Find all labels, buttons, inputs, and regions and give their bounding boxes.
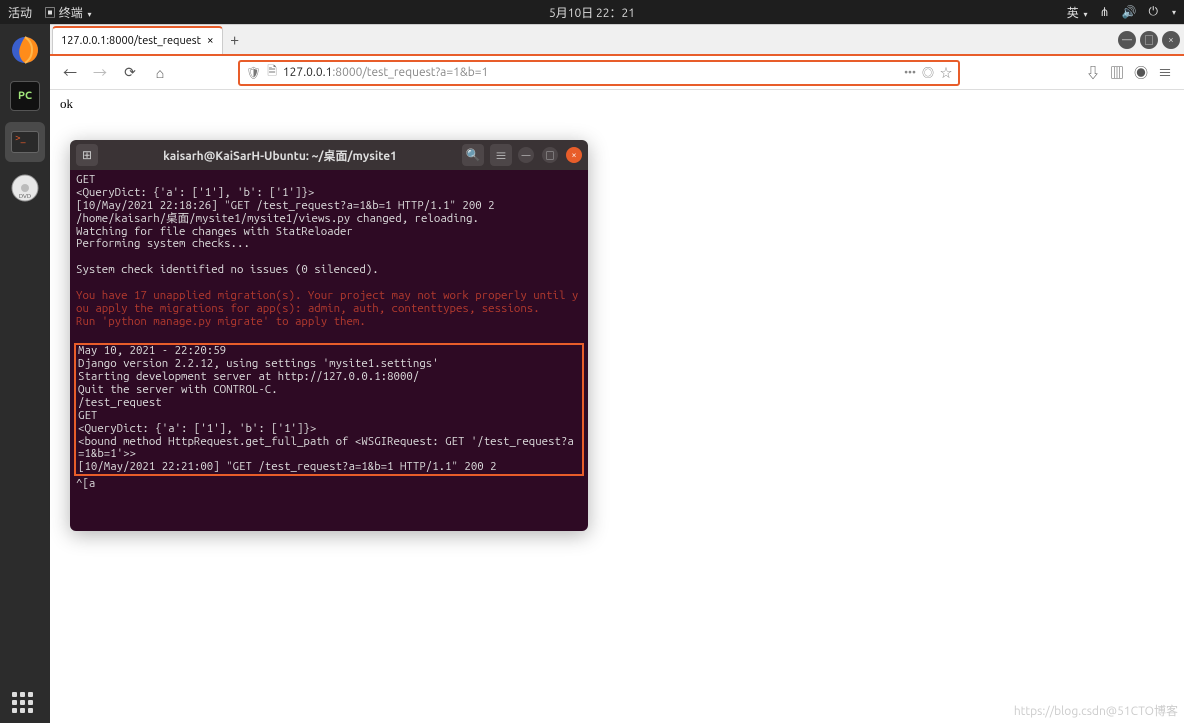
terminal-maximize-button[interactable]: □ — [542, 147, 558, 163]
dock-firefox[interactable] — [5, 30, 45, 70]
watermark: https://blog.csdn@51CTO博客 — [1014, 702, 1178, 719]
dock-terminal[interactable]: >_ — [5, 122, 45, 162]
reload-button[interactable]: ⟳ — [118, 61, 142, 85]
terminal-close-button[interactable]: × — [566, 147, 582, 163]
navigation-toolbar: ← → ⟳ ⌂ 🛡 🗎 127.0.0.1:8000/test_request?… — [50, 56, 1184, 90]
tab-bar: 127.0.0.1:8000/test_request × + — □ × — [50, 24, 1184, 56]
terminal-minimize-button[interactable]: — — [518, 147, 534, 163]
svg-text:DVD: DVD — [19, 193, 31, 200]
terminal-tail: ^[a — [76, 477, 95, 490]
terminal-menu-button[interactable]: ≡ — [490, 144, 512, 166]
window-close-button[interactable]: × — [1162, 31, 1180, 49]
downloads-icon[interactable]: ⇩ — [1086, 63, 1100, 83]
clock[interactable]: 5月10日 22：21 — [549, 4, 635, 21]
system-menu-chevron-icon[interactable]: ▾ — [1172, 8, 1176, 17]
app-menu-icon[interactable]: ≡ — [1158, 63, 1172, 83]
system-top-panel: 活动 ▣ 终端 ▾ 5月10日 22：21 英 ▾ ⋔ 🔊 ⏻ ▾ — [0, 0, 1184, 24]
page-text: ok — [60, 96, 73, 111]
power-icon[interactable]: ⏻ — [1148, 5, 1158, 19]
window-minimize-button[interactable]: — — [1118, 31, 1136, 49]
show-applications-button[interactable] — [12, 692, 33, 713]
dock-disc[interactable]: DVD — [5, 168, 45, 208]
browser-tab[interactable]: 127.0.0.1:8000/test_request × — [52, 26, 223, 54]
terminal-output[interactable]: GET <QueryDict: {'a': ['1'], 'b': ['1']}… — [70, 170, 588, 531]
address-bar[interactable]: 🛡 🗎 127.0.0.1:8000/test_request?a=1&b=1 … — [238, 60, 960, 86]
terminal-new-tab-button[interactable]: ⊞ — [76, 144, 98, 166]
library-icon[interactable]: ▥ — [1110, 63, 1124, 83]
new-tab-button[interactable]: + — [223, 31, 247, 49]
dock-pycharm[interactable]: PC — [5, 76, 45, 116]
terminal-window: ⊞ kaisarh@KaiSarH-Ubuntu: ~/桌面/mysite1 🔍… — [70, 140, 588, 531]
network-icon[interactable]: ⋔ — [1099, 5, 1109, 19]
terminal-titlebar[interactable]: ⊞ kaisarh@KaiSarH-Ubuntu: ~/桌面/mysite1 🔍… — [70, 140, 588, 170]
page-content: ok — [50, 90, 1184, 118]
shield-icon: 🛡 — [246, 66, 261, 80]
terminal-block1: GET <QueryDict: {'a': ['1'], 'b': ['1']}… — [76, 173, 495, 276]
tab-title: 127.0.0.1:8000/test_request — [61, 35, 201, 47]
reader-mode-icon[interactable]: ◎ — [922, 64, 934, 81]
launcher-dock: PC >_ DVD — [0, 24, 50, 723]
page-info-icon[interactable]: 🗎 — [267, 62, 277, 83]
back-button[interactable]: ← — [58, 61, 82, 85]
volume-icon[interactable]: 🔊 — [1122, 5, 1137, 19]
highlighted-output-box: May 10, 2021 - 22:20:59 Django version 2… — [74, 343, 584, 476]
account-icon[interactable]: ◉ — [1134, 63, 1148, 83]
activities-button[interactable]: 活动 — [8, 4, 32, 21]
page-actions-more[interactable]: ••• — [904, 67, 916, 79]
app-menu[interactable]: ▣ 终端 ▾ — [44, 4, 92, 21]
forward-button: → — [88, 61, 112, 85]
url-text: 127.0.0.1:8000/test_request?a=1&b=1 — [283, 66, 488, 79]
close-tab-icon[interactable]: × — [207, 34, 214, 47]
terminal-warning: You have 17 unapplied migration(s). Your… — [76, 289, 578, 328]
terminal-title: kaisarh@KaiSarH-Ubuntu: ~/桌面/mysite1 — [104, 147, 456, 164]
bookmark-star-icon[interactable]: ☆ — [940, 64, 952, 81]
home-button[interactable]: ⌂ — [148, 61, 172, 85]
input-method-indicator[interactable]: 英 ▾ — [1067, 4, 1088, 21]
window-maximize-button[interactable]: □ — [1140, 31, 1158, 49]
terminal-search-button[interactable]: 🔍 — [462, 144, 484, 166]
